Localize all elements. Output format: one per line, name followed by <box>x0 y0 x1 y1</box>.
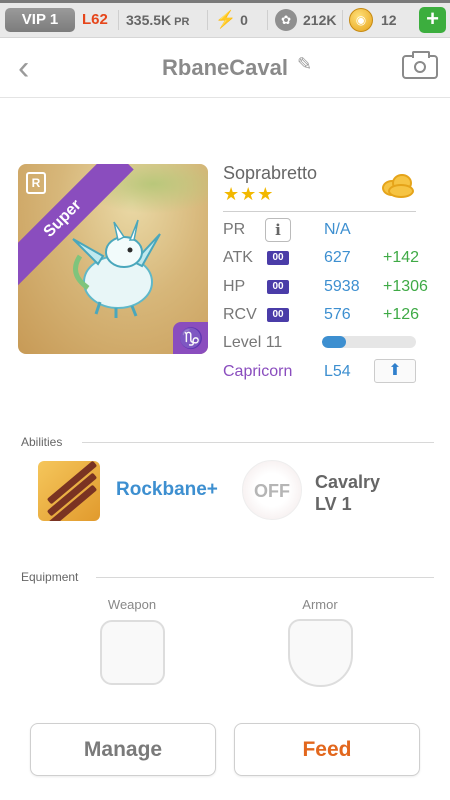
zodiac-upgrade-button[interactable]: ⬆ <box>374 359 416 383</box>
abilities-section-label: Abilities <box>21 435 63 449</box>
weapon-slot-label: Weapon <box>107 597 157 612</box>
rcv-value: 576 <box>324 306 351 323</box>
secondary-ability-name: Cavalry <box>315 472 381 492</box>
coin-counter: 12 <box>381 12 397 28</box>
secondary-ability[interactable]: Cavalry LV 1 <box>315 471 380 515</box>
status-hairline <box>0 0 450 3</box>
paw-counter: 212K <box>303 12 337 28</box>
armor-slot-label: Armor <box>302 597 338 612</box>
coin-icon: ◉ <box>349 8 373 32</box>
divider <box>342 10 343 30</box>
hp-row: HP 00 5938 +1306 <box>223 276 443 298</box>
ability-off-label: OFF <box>254 481 290 501</box>
camera-icon[interactable] <box>402 51 438 79</box>
divider <box>118 10 119 30</box>
page-title: RbaneCaval <box>162 55 288 80</box>
hp-value: 5938 <box>324 278 360 295</box>
power-rating: 335.5K PR <box>126 9 189 31</box>
status-bar: VIP 1 L62 335.5K PR ⚡ 0 ✿ 212K ◉ 12 + <box>0 0 450 38</box>
divider <box>207 10 208 30</box>
manage-button[interactable]: Manage <box>30 723 216 776</box>
paw-icon: ✿ <box>275 9 297 31</box>
cavalry-claw-icon[interactable]: OFF <box>242 460 302 520</box>
rcv-label: RCV <box>223 306 257 323</box>
edit-name-pencil-icon[interactable]: ✎ <box>297 54 312 75</box>
camera-lens <box>414 61 426 73</box>
power-rating-value: 335.5K <box>126 12 172 28</box>
level-progress-bar <box>322 336 416 348</box>
monster-portrait-card[interactable]: Super R ♑ <box>18 164 208 354</box>
primary-ability-name[interactable]: Rockbane+ <box>116 479 218 501</box>
feed-button[interactable]: Feed <box>234 723 420 776</box>
rarity-r-icon: R <box>26 172 46 194</box>
pr-label: PR <box>223 221 246 238</box>
armor-slot[interactable] <box>288 619 353 687</box>
secondary-ability-level: LV 1 <box>315 494 352 514</box>
hp-plus-badge: 00 <box>267 280 289 294</box>
level-progress-fill <box>322 336 346 348</box>
equipment-divider <box>96 577 434 578</box>
pr-value: N/A <box>324 221 351 238</box>
hp-bonus: +1306 <box>383 278 428 295</box>
weapon-slot[interactable] <box>100 620 165 685</box>
atk-label: ATK <box>223 249 253 266</box>
nav-header: ‹ RbaneCaval ✎ <box>0 38 450 98</box>
add-coins-button[interactable]: + <box>419 7 446 33</box>
star-rating: ★★★ <box>223 184 275 204</box>
energy-counter[interactable]: ⚡ 0 <box>215 9 257 31</box>
info-icon[interactable]: i <box>265 218 291 242</box>
cloud-element-icon <box>380 172 416 200</box>
energy-value: 0 <box>240 12 248 28</box>
atk-plus-badge: 00 <box>267 251 289 265</box>
zodiac-row: Capricorn L54 <box>223 361 363 383</box>
level-row: Level 11 <box>223 332 318 354</box>
atk-row: ATK 00 627 +142 <box>223 247 433 269</box>
vip-badge[interactable]: VIP 1 <box>5 8 75 32</box>
rcv-bonus: +126 <box>383 306 420 323</box>
divider <box>267 10 268 30</box>
atk-value: 627 <box>324 249 351 266</box>
pr-row: PR i N/A <box>223 218 423 242</box>
player-level: L62 <box>82 11 108 28</box>
cloud-puff <box>388 184 414 198</box>
stats-divider <box>223 211 416 212</box>
rcv-row: RCV 00 576 +126 <box>223 304 433 326</box>
capricorn-zodiac-icon: ♑ <box>173 322 208 354</box>
zodiac-level: L54 <box>324 363 351 380</box>
abilities-divider <box>82 442 434 443</box>
power-rating-unit: PR <box>174 16 190 28</box>
rockbane-arrows-icon[interactable] <box>38 461 100 521</box>
zodiac-name: Capricorn <box>223 363 293 380</box>
level-label: Level 11 <box>223 334 283 351</box>
lightning-icon: ⚡ <box>215 10 237 29</box>
rcv-plus-badge: 00 <box>267 308 289 322</box>
atk-bonus: +142 <box>383 249 420 266</box>
arrow-up-icon: ⬆ <box>388 362 402 379</box>
equipment-section-label: Equipment <box>21 570 79 584</box>
hp-label: HP <box>223 278 246 295</box>
monster-name: Soprabretto <box>223 163 318 183</box>
